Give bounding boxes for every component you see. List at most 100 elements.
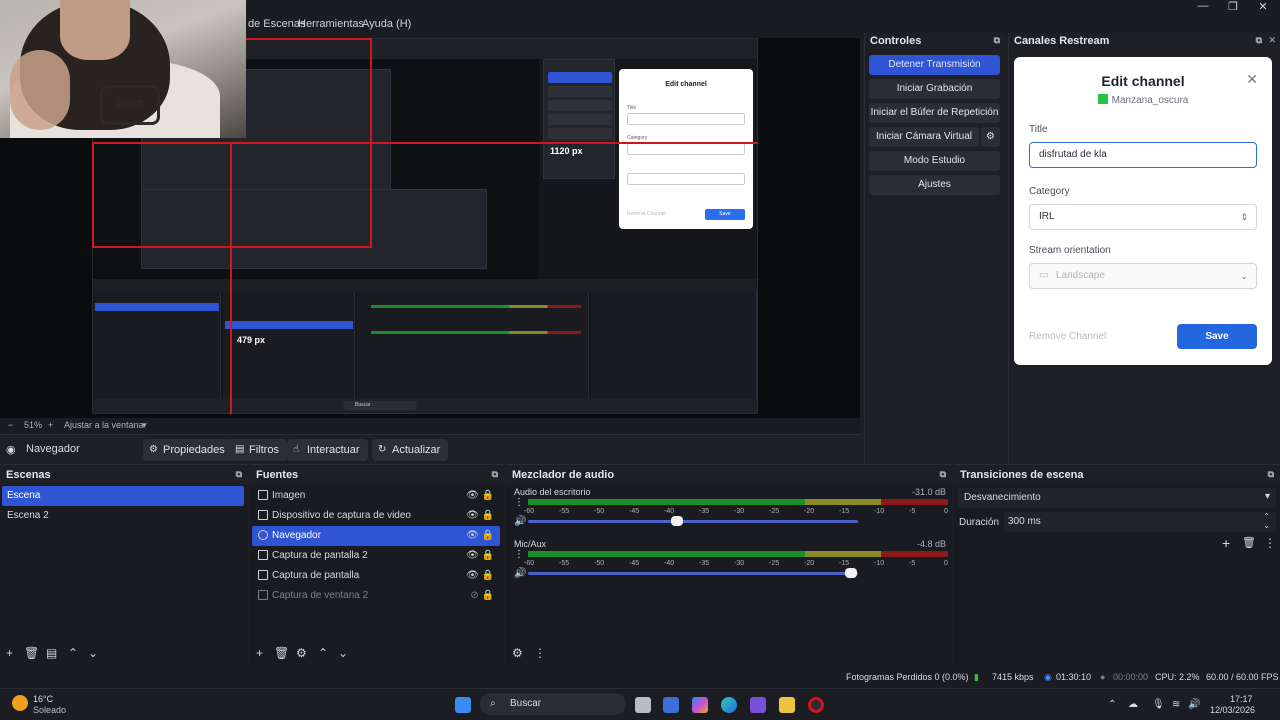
scale-tick: -15 (839, 560, 850, 567)
orientation-select[interactable]: ▭ Landscape ⌄ (1029, 263, 1257, 289)
start-recording-button[interactable]: Iniciar Grabación (869, 79, 1000, 99)
eye-icon[interactable]: 👁 (466, 510, 479, 521)
zoom-in-icon[interactable]: + (48, 420, 53, 430)
close-icon[interactable]: ✕ (1246, 71, 1258, 88)
trash-icon[interactable]: 🗑 (24, 646, 39, 660)
source-item[interactable]: Captura de ventana 2 ⊘ 🔒 (252, 586, 500, 606)
menu-tools[interactable]: Herramientas (298, 18, 364, 30)
settings-button[interactable]: Ajustes (869, 175, 1000, 195)
trash-icon[interactable]: 🗑 (1242, 536, 1256, 549)
chevron-down-icon[interactable]: ▾ (142, 420, 147, 431)
weather-temp[interactable]: 16°C (33, 694, 53, 704)
close-icon[interactable]: ✕ (1268, 35, 1276, 46)
wifi-icon[interactable]: ≋ (1172, 699, 1180, 710)
eye-hidden-icon[interactable]: ⊘ (470, 590, 478, 601)
taskbar-search[interactable]: ⌕ Buscar (480, 693, 626, 715)
minimize-button[interactable]: — (1188, 0, 1218, 14)
windows-start-icon[interactable] (455, 697, 471, 713)
interact-button[interactable]: ☝ Interactuar (287, 439, 368, 461)
undock-icon[interactable]: ⧉ (1256, 35, 1262, 46)
scene-item[interactable]: Escena 2 (2, 506, 244, 526)
undock-icon[interactable]: ⧉ (492, 469, 498, 480)
chevron-down-icon[interactable]: ⌄ (338, 646, 348, 660)
refresh-button[interactable]: ↻ Actualizar (372, 439, 449, 461)
fit-to-window[interactable]: Ajustar a la ventana (64, 420, 144, 430)
lock-icon[interactable]: 🔒 (482, 570, 494, 581)
bitrate: 7415 kbps (992, 672, 1034, 682)
volume-knob[interactable] (670, 516, 683, 526)
chevron-up-icon[interactable]: ⌃ (1108, 699, 1116, 710)
maximize-button[interactable]: ❐ (1218, 0, 1248, 14)
close-window-button[interactable]: ✕ (1248, 0, 1278, 14)
undock-icon[interactable]: ⧉ (940, 469, 946, 480)
app-icon[interactable] (750, 697, 766, 713)
eye-icon[interactable]: 👁 (466, 570, 479, 581)
source-item[interactable]: Dispositivo de captura de video 👁 🔒 (252, 506, 500, 526)
chevron-down-icon[interactable]: ⌄ (88, 646, 98, 660)
source-item[interactable]: Navegador 👁 🔒 (252, 526, 500, 546)
chevron-up-icon[interactable]: ⌃ (68, 646, 78, 660)
copilot-icon[interactable] (692, 697, 708, 713)
lock-icon[interactable]: 🔒 (482, 510, 494, 521)
transition-select[interactable]: Desvanecimiento ▾ (958, 488, 1276, 508)
stepper-icon[interactable]: ⌃ ⌄ (1263, 512, 1270, 530)
eye-icon[interactable]: 👁 (466, 530, 479, 541)
advanced-audio-icon[interactable]: ⚙ (512, 646, 523, 660)
duration-input[interactable]: 300 ms ⌃ ⌄ (1004, 512, 1276, 532)
save-button[interactable]: Save (1177, 324, 1257, 349)
title-input[interactable]: disfrutad de kla (1029, 142, 1257, 168)
eye-icon[interactable]: 👁 (466, 550, 479, 561)
source-item[interactable]: Captura de pantalla 👁 🔒 (252, 566, 500, 586)
filter-icon[interactable]: ▤ (46, 646, 57, 660)
speaker-icon[interactable]: 🔊 (1188, 699, 1200, 710)
trash-icon[interactable]: 🗑 (274, 646, 289, 660)
cloud-icon[interactable]: ☁ (1128, 699, 1138, 710)
undock-icon[interactable]: ⧉ (1268, 469, 1274, 480)
undock-icon[interactable]: ⧉ (236, 469, 242, 480)
more-icon[interactable]: ⋮ (1264, 536, 1276, 550)
lock-icon[interactable]: 🔒 (482, 530, 494, 541)
replay-buffer-button[interactable]: Iniciar el Búfer de Repetición (869, 103, 1000, 123)
clock-date[interactable]: 12/03/2026 (1210, 705, 1255, 715)
filters-button[interactable]: ▤ Filtros (229, 439, 287, 461)
speaker-icon[interactable]: 🔊 (514, 516, 526, 527)
virtual-camera-button[interactable]: Iniciar Cámara Virtual (869, 127, 979, 147)
menu-help[interactable]: Ayuda (H) (362, 18, 411, 30)
source-item[interactable]: Captura de pantalla 2 👁 🔒 (252, 546, 500, 566)
speaker-icon[interactable]: 🔊 (514, 568, 526, 579)
volume-knob[interactable] (845, 568, 858, 578)
virtual-camera-settings-icon[interactable]: ⚙ (981, 127, 1000, 147)
more-icon[interactable]: ⋮ (514, 497, 524, 508)
properties-button[interactable]: ⚙ Propiedades (143, 439, 233, 461)
store-icon[interactable] (663, 697, 679, 713)
lock-icon[interactable]: 🔒 (482, 490, 494, 501)
more-icon[interactable]: ⋮ (534, 646, 546, 660)
category-select[interactable]: IRL ⇕ (1029, 204, 1257, 230)
weather-desc[interactable]: Soleado (33, 705, 66, 715)
add-icon[interactable]: + (256, 646, 263, 660)
stop-streaming-button[interactable]: Detener Transmisión (869, 55, 1000, 75)
zoom-out-icon[interactable]: − (8, 420, 13, 430)
volume-slider[interactable] (528, 568, 858, 578)
clock-time[interactable]: 17:17 (1230, 694, 1253, 704)
more-icon[interactable]: ⋮ (514, 549, 524, 560)
scene-item[interactable]: Escena (2, 486, 244, 506)
undock-icon[interactable]: ⧉ (994, 35, 1000, 46)
add-icon[interactable]: + (1222, 535, 1230, 551)
obs-icon[interactable] (808, 697, 824, 713)
folder-icon[interactable] (779, 697, 795, 713)
task-view-icon[interactable] (635, 697, 651, 713)
menu-scenes[interactable]: de Escenas (248, 18, 305, 30)
gear-icon[interactable]: ⚙ (296, 646, 307, 660)
add-icon[interactable]: + (6, 646, 13, 660)
lock-icon[interactable]: 🔒 (482, 590, 494, 601)
remove-channel-button[interactable]: Remove Channel (1029, 331, 1106, 342)
chevron-up-icon[interactable]: ⌃ (318, 646, 328, 660)
edge-icon[interactable] (721, 697, 737, 713)
studio-mode-button[interactable]: Modo Estudio (869, 151, 1000, 171)
mic-icon[interactable]: 🎙 (1152, 699, 1165, 710)
source-item[interactable]: Imagen 👁 🔒 (252, 486, 500, 506)
volume-slider[interactable] (528, 516, 858, 526)
lock-icon[interactable]: 🔒 (482, 550, 494, 561)
eye-icon[interactable]: 👁 (466, 490, 479, 501)
